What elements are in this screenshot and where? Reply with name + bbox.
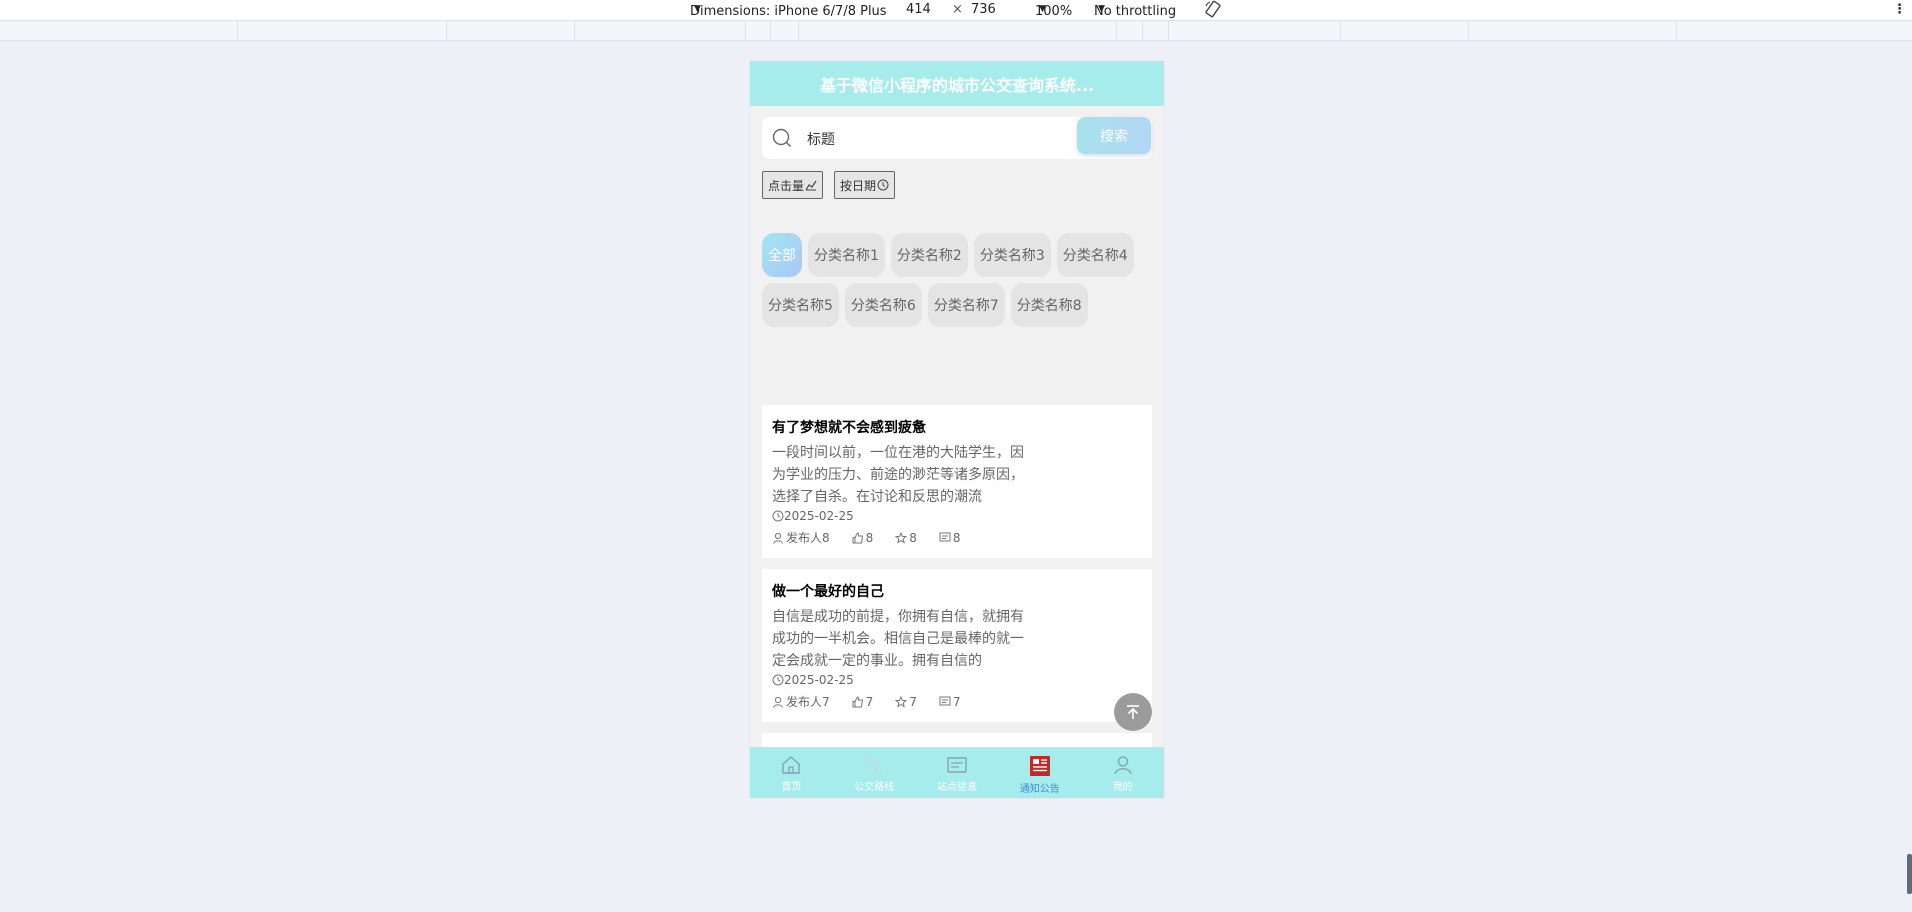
- article-excerpt: 一段时间以前，一位在港的大陆学生，因为学业的压力、前途的渺茫等诸多原因，选择了自…: [772, 445, 1024, 505]
- article-card[interactable]: 有了梦想就不会感到疲惫 一段时间以前，一位在港的大陆学生，因为学业的压力、前途的…: [762, 405, 1152, 558]
- search-icon: [772, 128, 791, 147]
- back-to-top-button[interactable]: [1114, 693, 1152, 731]
- chevron-down-icon: ▼: [1098, 4, 1105, 14]
- width-input[interactable]: 414: [906, 2, 931, 17]
- category-chip[interactable]: 分类名称7: [927, 283, 1005, 327]
- chevron-down-icon: ▼: [1039, 4, 1046, 14]
- tab-label: 站点信息: [936, 782, 977, 793]
- article-stats: 发布人7 7 7 7: [772, 693, 983, 710]
- times-sign: ×: [952, 2, 963, 17]
- sort-by-date-button[interactable]: 按日期: [834, 171, 896, 199]
- media-query-ruler: [0, 21, 1912, 41]
- category-chip[interactable]: 分类名称6: [844, 283, 922, 327]
- article-date: 2025-02-25: [772, 509, 854, 523]
- article-favorites-count: 8: [909, 530, 917, 545]
- sort-options: 点击量 按日期: [762, 171, 896, 199]
- comment-icon: [939, 532, 951, 541]
- user-icon: [773, 696, 783, 708]
- tab-label: 公交路线: [854, 782, 895, 793]
- article-favorites: 7: [895, 695, 917, 709]
- nav-bar: 基于微信小程序的城市公交查询系统...: [750, 61, 1164, 106]
- user-icon: [1113, 756, 1132, 775]
- article-date-text: 2025-02-25: [784, 509, 854, 523]
- station-icon: [947, 757, 967, 773]
- article-date: 2025-02-25: [772, 673, 854, 687]
- user-icon: [773, 532, 783, 544]
- clock-icon: [772, 674, 784, 686]
- tab-mine[interactable]: 我的: [1081, 747, 1164, 798]
- tab-label: 首页: [781, 782, 802, 793]
- clock-icon: [877, 179, 889, 191]
- article-date-text: 2025-02-25: [784, 673, 854, 687]
- clock-icon: [772, 510, 784, 522]
- article-author: 发布人8: [772, 529, 830, 546]
- article-favorites: 8: [895, 531, 917, 545]
- tab-home[interactable]: 首页: [750, 747, 833, 798]
- sort-by-date-label: 按日期: [840, 178, 877, 193]
- article-comments-count: 8: [952, 530, 961, 545]
- category-chip[interactable]: 分类名称3: [973, 233, 1051, 277]
- search-bar: 搜索: [762, 117, 1152, 159]
- category-chip[interactable]: 分类名称4: [1056, 233, 1134, 277]
- article-card[interactable]: 做一个最好的自己 自信是成功的前提，你拥有自信，就拥有成功的一半机会。相信自己是…: [762, 569, 1152, 722]
- article-stats: 发布人8 8 8 8: [772, 529, 983, 546]
- rotate-icon[interactable]: [1204, 0, 1222, 22]
- search-input[interactable]: [805, 127, 1059, 151]
- search-button[interactable]: 搜索: [1077, 117, 1151, 154]
- sort-by-clicks-button[interactable]: 点击量: [762, 171, 824, 199]
- article-comments: 8: [939, 531, 961, 545]
- tab-station-info[interactable]: 站点信息: [916, 747, 999, 798]
- page-scrollbar[interactable]: [1907, 854, 1912, 894]
- notice-icon: [1029, 756, 1050, 776]
- category-chip[interactable]: 分类名称1: [808, 233, 885, 277]
- article-author-text: 发布人8: [786, 531, 830, 545]
- devtools-toolbar: Dimensions: iPhone 6/7/8 Plus ▼ 414 × 736…: [0, 0, 1912, 21]
- article-author-text: 发布人7: [786, 695, 830, 709]
- route-icon: [865, 756, 883, 774]
- thumbs-up-icon: [852, 531, 863, 543]
- article-favorites-count: 7: [909, 694, 917, 709]
- article-likes-count: 7: [865, 694, 874, 709]
- chevron-down-icon: ▼: [694, 4, 701, 14]
- page-title: 基于微信小程序的城市公交查询系统...: [819, 75, 1095, 95]
- article-likes: 7: [852, 694, 874, 709]
- star-icon: [895, 695, 908, 708]
- category-chip-all[interactable]: 全部: [762, 233, 802, 277]
- height-input[interactable]: 736: [971, 2, 996, 17]
- comment-icon: [939, 696, 951, 705]
- home-icon: [782, 756, 801, 774]
- category-chip[interactable]: 分类名称2: [890, 233, 968, 277]
- category-chip[interactable]: 分类名称5: [762, 283, 839, 327]
- tab-notices[interactable]: 通知公告: [998, 747, 1081, 798]
- category-chip[interactable]: 分类名称8: [1010, 283, 1088, 327]
- article-likes-count: 8: [865, 530, 874, 545]
- article-title: 做一个最好的自己: [772, 584, 884, 600]
- phone-viewport: 基于微信小程序的城市公交查询系统... 搜索 点击量 按日期: [750, 61, 1164, 798]
- more-options-icon[interactable]: ⋮: [1893, 2, 1906, 17]
- arrow-up-icon: [1127, 705, 1139, 719]
- star-icon: [895, 531, 908, 544]
- tab-label: 通知公告: [1019, 784, 1060, 795]
- article-author: 发布人7: [772, 693, 830, 710]
- article-title: 有了梦想就不会感到疲惫: [772, 420, 926, 436]
- chart-icon: [805, 180, 817, 191]
- search-box: 搜索: [762, 117, 1152, 159]
- tab-bus-routes[interactable]: 公交路线: [833, 747, 916, 798]
- sort-by-clicks-label: 点击量: [768, 178, 805, 193]
- article-excerpt: 自信是成功的前提，你拥有自信，就拥有成功的一半机会。相信自己是最棒的就一定会成就…: [772, 609, 1024, 669]
- article-comments: 7: [939, 695, 961, 709]
- tab-bar: 首页 公交路线 站点信息 通知公告 我的: [750, 747, 1164, 798]
- thumbs-up-icon: [852, 695, 863, 707]
- tab-label: 我的: [1112, 782, 1133, 793]
- category-list: 全部 分类名称1 分类名称2 分类名称3 分类名称4 分类名称5 分类名称6 分…: [762, 233, 1154, 327]
- article-comments-count: 7: [952, 694, 961, 709]
- article-likes: 8: [852, 530, 874, 545]
